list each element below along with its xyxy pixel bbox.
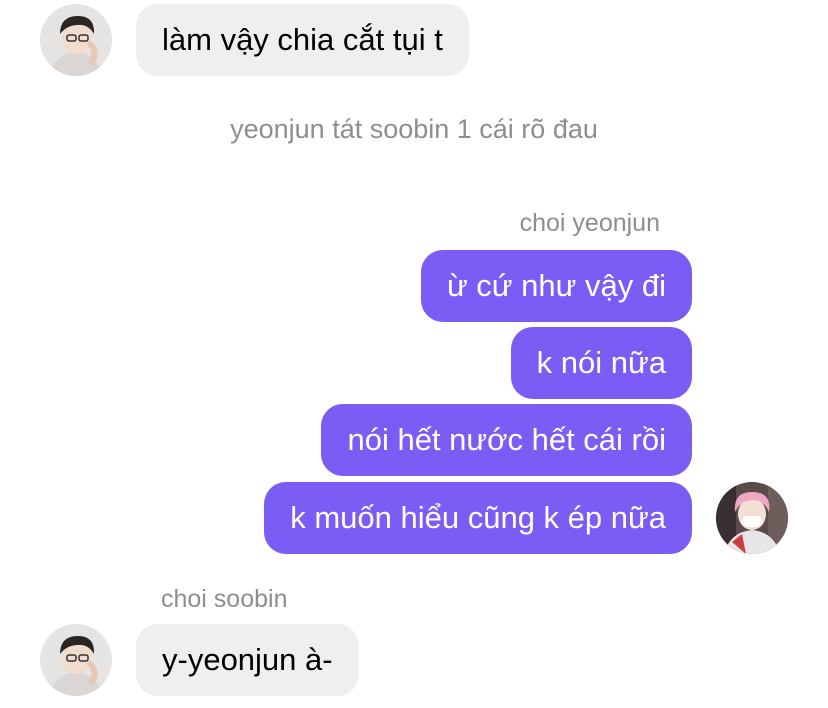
message-bubble-outgoing[interactable]: k muốn hiểu cũng k ép nữa: [264, 482, 692, 554]
system-note: yeonjun tát soobin 1 cái rõ đau: [230, 114, 598, 144]
sender-name-soobin: choi soobin: [161, 585, 288, 613]
message-bubble-outgoing[interactable]: nói hết nước hết cái rồi: [321, 404, 692, 476]
yeonjun-avatar-image: [716, 482, 788, 554]
soobin-avatar-image: [40, 4, 112, 76]
soobin-avatar[interactable]: [40, 624, 112, 696]
message-bubble-incoming[interactable]: làm vậy chia cắt tụi t: [136, 4, 469, 76]
message-bubble-outgoing[interactable]: k nói nữa: [510, 327, 692, 399]
message-bubble-incoming[interactable]: y-yeonjun à-: [136, 624, 359, 696]
soobin-avatar[interactable]: [40, 4, 112, 76]
yeonjun-avatar[interactable]: [716, 482, 788, 554]
sender-name-yeonjun: choi yeonjun: [519, 209, 660, 237]
message-bubble-outgoing[interactable]: ừ cứ như vậy đi: [420, 250, 692, 322]
soobin-avatar-image: [40, 624, 112, 696]
